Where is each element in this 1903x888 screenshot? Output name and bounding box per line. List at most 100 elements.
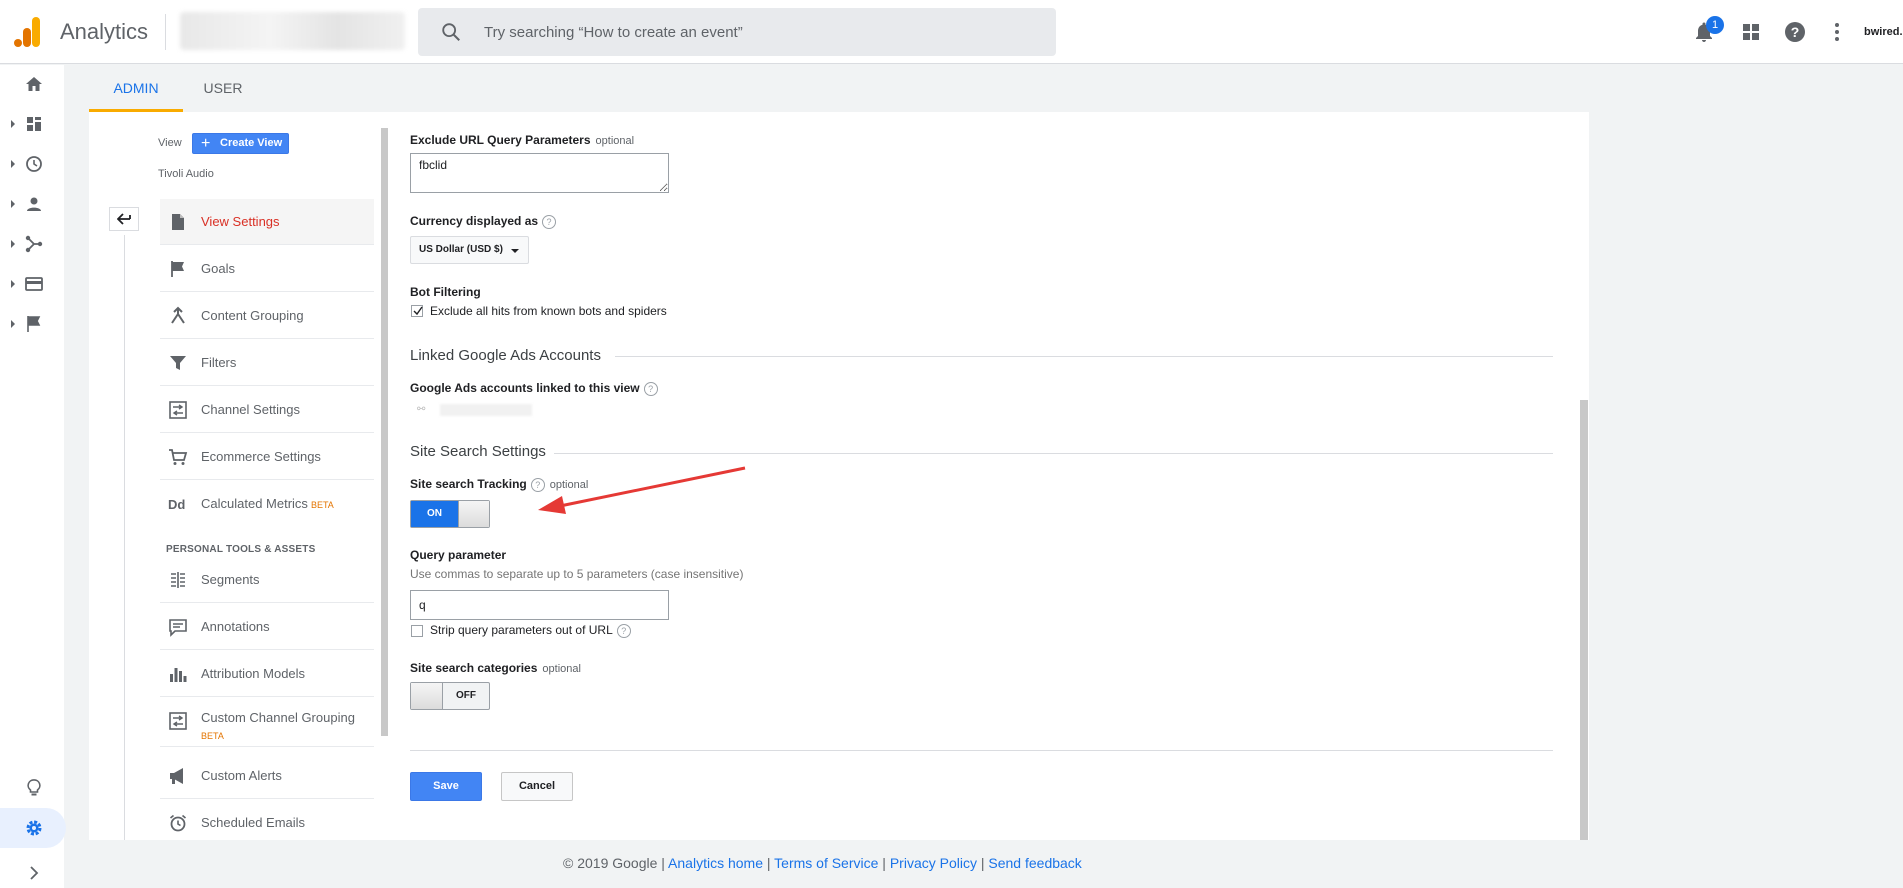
footer-separator: |	[980, 855, 985, 871]
footer-link-terms[interactable]: Terms of Service	[774, 855, 878, 871]
sidebar-item-label: Annotations	[201, 619, 270, 634]
account-selector[interactable]	[180, 12, 405, 50]
person-icon	[27, 197, 41, 211]
tab-admin[interactable]: ADMIN	[89, 68, 183, 112]
tab-user[interactable]: USER	[183, 68, 263, 112]
footer-link-analytics-home[interactable]: Analytics home	[668, 855, 763, 871]
nav-expand[interactable]	[0, 857, 64, 888]
save-button[interactable]: Save	[410, 772, 482, 801]
toggle-knob	[411, 683, 443, 709]
search-input[interactable]	[484, 8, 1044, 56]
sidebar-item-scheduled-emails[interactable]: Scheduled Emails	[160, 800, 374, 846]
query-parameter-input[interactable]	[410, 590, 669, 620]
nav-discover[interactable]	[0, 772, 64, 804]
footer-link-feedback[interactable]: Send feedback	[988, 855, 1081, 871]
nav-admin[interactable]	[0, 808, 66, 848]
currency-selected: US Dollar (USD $)	[419, 244, 503, 255]
back-button[interactable]	[109, 207, 139, 231]
footer-link-privacy[interactable]: Privacy Policy	[890, 855, 977, 871]
optional-tag: optional	[542, 663, 581, 675]
nav-behavior[interactable]	[0, 268, 64, 300]
dashboard-icon	[27, 117, 41, 131]
sidebar-item-channel-settings[interactable]: Channel Settings	[160, 387, 374, 433]
create-view-button[interactable]: + Create View	[192, 133, 289, 154]
site-search-section-title: Site Search Settings	[410, 443, 546, 460]
sidebar-item-goals[interactable]: Goals	[160, 246, 374, 292]
sidebar-scrollbar[interactable]	[381, 128, 388, 736]
section-heading: PERSONAL TOOLS & ASSETS	[166, 544, 316, 555]
nav-audience[interactable]	[0, 188, 64, 220]
view-column-label: View	[158, 137, 182, 149]
caret-down-icon	[511, 249, 519, 253]
clock-icon	[26, 156, 42, 172]
checkmark-icon	[413, 306, 423, 316]
nav-customization[interactable]	[0, 108, 64, 140]
svg-text:?: ?	[1791, 24, 1800, 40]
nav-acquisition[interactable]	[0, 228, 64, 260]
copyright: © 2019 Google	[563, 855, 658, 871]
cancel-button[interactable]: Cancel	[501, 772, 573, 801]
more-vert-icon[interactable]	[1825, 20, 1849, 44]
footer-separator: |	[661, 855, 665, 871]
sidebar-item-filters[interactable]: Filters	[160, 340, 374, 386]
sidebar-item-custom-alerts[interactable]: Custom Alerts	[160, 753, 374, 799]
sidebar-item-annotations[interactable]: Annotations	[160, 604, 374, 650]
expand-caret-icon	[11, 280, 15, 288]
content-grouping-icon	[171, 306, 185, 324]
sidebar-item-calculated-metrics[interactable]: Dd Calculated Metrics BETA	[160, 481, 374, 527]
expand-caret-icon	[11, 200, 15, 208]
sidebar-item-label: Calculated Metrics BETA	[201, 496, 334, 511]
footer: © 2019 Google | Analytics home | Terms o…	[563, 855, 1082, 871]
lightbulb-icon	[27, 779, 41, 796]
top-bar: Analytics 1 ? bwired.	[0, 0, 1903, 64]
nav-conversions[interactable]	[0, 308, 64, 340]
comment-icon	[169, 619, 187, 637]
search-box[interactable]	[418, 8, 1056, 56]
sidebar-item-ecommerce-settings[interactable]: Ecommerce Settings	[160, 434, 374, 480]
query-parameter-help: Use commas to separate up to 5 parameter…	[410, 567, 744, 581]
sidebar-divider	[124, 235, 125, 840]
bot-filtering-label: Bot Filtering	[410, 285, 481, 299]
search-icon	[442, 23, 460, 41]
sidebar-item-segments[interactable]: Segments	[160, 557, 374, 603]
sidebar-item-custom-channel-grouping[interactable]: Custom Channel Grouping BETA	[160, 698, 374, 747]
sidebar-item-content-grouping[interactable]: Content Grouping	[160, 293, 374, 339]
gear-icon	[26, 820, 42, 836]
sidebar-item-attribution-models[interactable]: Attribution Models	[160, 651, 374, 697]
strip-params-checkbox[interactable]	[411, 625, 423, 637]
toggle-state-label: ON	[411, 501, 458, 527]
site-search-tracking-toggle[interactable]: ON	[410, 500, 490, 528]
currency-dropdown[interactable]: US Dollar (USD $)	[410, 236, 529, 264]
nav-home[interactable]	[0, 68, 64, 100]
sidebar-item-label: Channel Settings	[201, 402, 301, 417]
sidebar-item-view-settings[interactable]: View Settings	[160, 199, 374, 245]
segments-icon	[171, 572, 185, 588]
arrow-back-icon	[117, 213, 131, 225]
alarm-clock-icon	[169, 814, 187, 832]
nav-realtime[interactable]	[0, 148, 64, 180]
apps-grid-icon[interactable]	[1739, 20, 1763, 44]
help-icon[interactable]: ?	[1783, 20, 1807, 44]
analytics-logo-icon[interactable]	[14, 17, 42, 47]
sidebar-item-label: Scheduled Emails	[201, 815, 306, 830]
home-icon	[26, 77, 42, 91]
bot-filter-checkbox[interactable]	[411, 305, 423, 317]
sidebar-item-label: View Settings	[201, 214, 280, 229]
exclude-params-textarea[interactable]: fbclid	[410, 153, 669, 193]
filter-icon	[170, 356, 186, 370]
sidebar-item-label: Content Grouping	[201, 308, 304, 323]
expand-caret-icon	[11, 160, 15, 168]
flag-icon	[27, 316, 41, 332]
help-icon[interactable]: ?	[542, 214, 557, 229]
currency-label: Currency displayed as?	[410, 214, 557, 229]
behavior-icon	[25, 277, 43, 291]
content-scrollbar[interactable]	[1580, 400, 1588, 840]
help-icon[interactable]: ?	[616, 623, 631, 638]
user-account-label[interactable]: bwired.	[1864, 26, 1903, 38]
help-icon[interactable]: ?	[643, 381, 658, 396]
linked-ads-account-list	[440, 404, 532, 416]
linked-ads-section-title: Linked Google Ads Accounts	[410, 347, 601, 364]
channel-settings-icon	[169, 401, 187, 419]
site-search-categories-toggle[interactable]: OFF	[410, 682, 490, 710]
optional-tag: optional	[595, 135, 635, 147]
